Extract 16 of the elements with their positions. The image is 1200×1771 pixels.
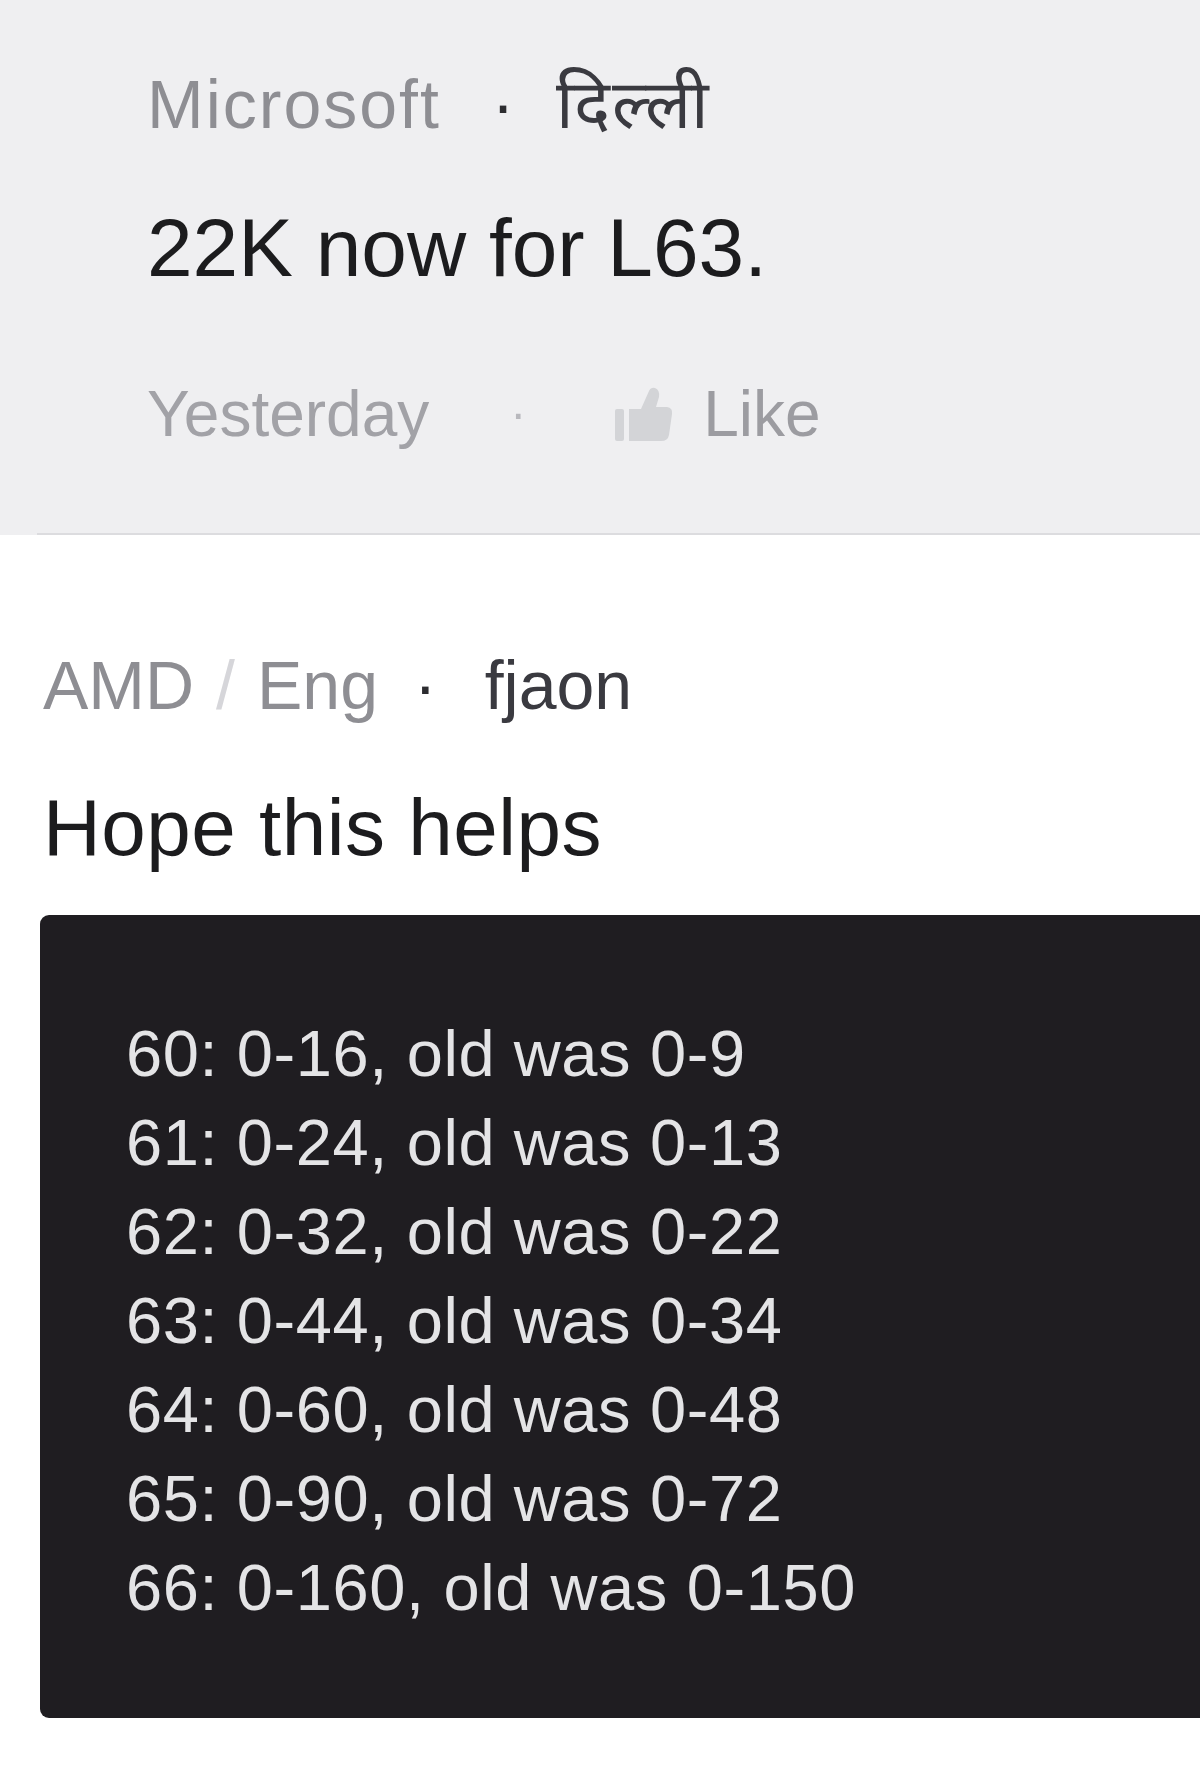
code-line: 66: 0-160, old was 0-150 bbox=[126, 1550, 856, 1626]
meta-separator: · bbox=[414, 651, 437, 719]
code-line: 62: 0-32, old was 0-22 bbox=[126, 1194, 783, 1270]
thumbs-up-icon bbox=[615, 387, 674, 441]
path-separator: / bbox=[216, 651, 235, 719]
company-name: Microsoft bbox=[147, 70, 441, 138]
comment-text: 22K now for L63. bbox=[147, 207, 767, 289]
meta-separator: · bbox=[491, 70, 517, 138]
code-line: 60: 0-16, old was 0-9 bbox=[126, 1016, 746, 1092]
code-line: 61: 0-24, old was 0-13 bbox=[126, 1105, 783, 1181]
like-button[interactable]: Like bbox=[615, 382, 821, 446]
code-line: 65: 0-90, old was 0-72 bbox=[126, 1461, 783, 1537]
code-line: 64: 0-60, old was 0-48 bbox=[126, 1372, 783, 1448]
company-name: AMD bbox=[43, 651, 195, 719]
code-line: 63: 0-44, old was 0-34 bbox=[126, 1283, 783, 1359]
meta-separator: · bbox=[510, 390, 527, 438]
